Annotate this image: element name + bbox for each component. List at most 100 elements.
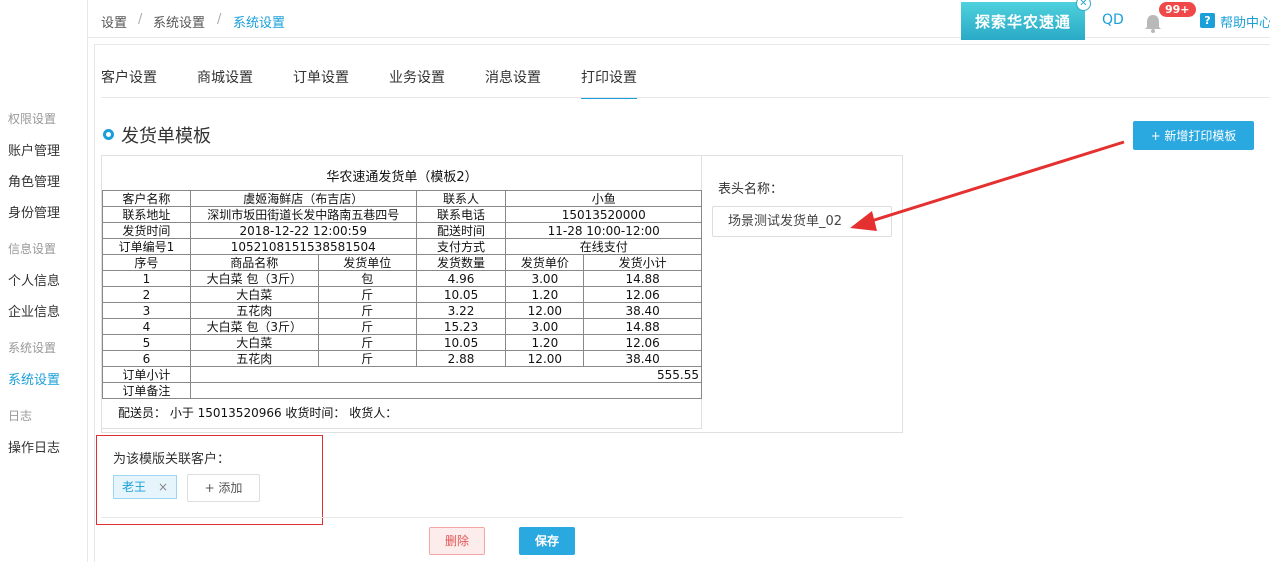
label-phone: 联系电话 [415,206,507,223]
label-order-no: 订单编号1 [102,238,191,255]
cell: 3.00 [505,318,585,335]
tab-customer-settings[interactable]: 客户设置 [101,67,157,97]
value-phone: 15013520000 [505,206,702,223]
value-address: 深圳市坂田街道长发中路南五巷四号 [189,206,417,223]
tab-business-settings[interactable]: 业务设置 [389,67,445,97]
cell: 斤 [317,350,417,367]
cell: 6 [102,350,191,367]
label-pay-method: 支付方式 [415,238,507,255]
help-icon[interactable]: ? [1200,13,1215,28]
col-header: 发货数量 [415,254,507,271]
label-address: 联系地址 [102,206,191,223]
associate-customer-label: 为该模版关联客户： [113,452,231,467]
cell: 15.23 [415,318,507,335]
cell: 14.88 [583,318,702,335]
table-row: 2 大白菜 斤 10.05 1.20 12.06 [102,286,702,303]
sidebar-group-permissions: 权限设置 [8,112,57,126]
value-order-total: 555.55 [189,366,703,383]
close-icon[interactable]: × [158,480,168,494]
cell: 12.06 [583,286,702,303]
cell: 大白菜 [189,286,319,303]
section-dot-icon [103,129,114,140]
cell: 3 [102,302,191,319]
cell: 2 [102,286,191,303]
template-table: 客户名称 虞姬海鲜店（布吉店） 联系人 小鱼 联系地址 深圳市坂田街道长发中路南… [102,190,703,399]
bell-icon[interactable] [1142,12,1164,34]
value-delivery-time: 11-28 10:00-12:00 [505,222,702,239]
breadcrumb-separator: / [138,12,143,27]
save-button[interactable]: 保存 [519,527,575,555]
cell: 包 [317,270,417,287]
cell: 4 [102,318,191,335]
cell: 12.06 [583,334,702,351]
cell: 1.20 [505,286,585,303]
top-bar: 设置 / 系统设置 / 系统设置 探索华农速通 ✕ QD 99+ ? 帮助中心 [88,0,1270,40]
label-contact: 联系人 [415,190,507,207]
tab-print-settings[interactable]: 打印设置 [581,67,637,99]
cell: 10.05 [415,286,507,303]
template-title: 华农速通发货单（模板2） [326,170,478,185]
label-order-total: 订单小计 [102,366,191,383]
sidebar-item-identity-mgmt[interactable]: 身份管理 [8,202,60,221]
label-delivery-time: 配送时间 [415,222,507,239]
add-customer-button[interactable]: + 添加 [187,474,260,502]
cell: 大白菜 包（3斤） [189,270,319,287]
cell: 3.22 [415,302,507,319]
add-print-template-button[interactable]: + 新增打印模板 [1133,121,1254,150]
promo-banner[interactable]: 探索华农速通 [961,2,1085,40]
col-header: 发货单价 [505,254,585,271]
table-row: 4 大白菜 包（3斤） 斤 15.23 3.00 14.88 [102,318,702,335]
breadcrumb-current: 系统设置 [233,16,286,31]
cell: 五花肉 [189,302,319,319]
header-name-label: 表头名称： [718,182,784,197]
label-ship-time: 发货时间 [102,222,191,239]
close-icon[interactable]: ✕ [1076,0,1091,11]
cell: 大白菜 [189,334,319,351]
user-name[interactable]: QD [1102,12,1124,28]
breadcrumb-settings[interactable]: 设置 [101,12,127,31]
cell: 12.00 [505,350,585,367]
cell: 斤 [317,286,417,303]
tab-message-settings[interactable]: 消息设置 [485,67,541,97]
sidebar-group-info: 信息设置 [8,242,57,256]
tab-order-settings[interactable]: 订单设置 [293,67,349,97]
cell: 斤 [317,318,417,335]
tab-mall-settings[interactable]: 商城设置 [197,67,253,97]
value-contact: 小鱼 [505,190,702,207]
cell: 12.00 [505,302,585,319]
sidebar-item-operation-log[interactable]: 操作日志 [8,437,60,456]
customer-tag[interactable]: 老王 × [113,475,178,499]
cell: 10.05 [415,334,507,351]
sidebar-group-log: 日志 [8,409,33,423]
header-name-input[interactable]: 场景测试发货单_02 [712,206,892,237]
help-center-link[interactable]: 帮助中心 [1220,12,1270,31]
sidebar-item-company-info[interactable]: 企业信息 [8,301,60,320]
cell: 5 [102,334,191,351]
table-row: 5 大白菜 斤 10.05 1.20 12.06 [102,334,702,351]
sidebar-item-system-settings[interactable]: 系统设置 [8,369,60,388]
section-title: 发货单模板 [121,126,211,147]
sidebar-item-role-mgmt[interactable]: 角色管理 [8,171,60,190]
col-header: 发货单位 [317,254,417,271]
breadcrumb-separator: / [217,12,222,27]
cell: 1.20 [505,334,585,351]
breadcrumb-system-settings[interactable]: 系统设置 [153,12,205,31]
delete-button[interactable]: 删除 [429,527,485,555]
customer-tag-label: 老王 [122,480,147,494]
table-row: 1 大白菜 包（3斤） 包 4.96 3.00 14.88 [102,270,702,287]
sidebar: 权限设置 账户管理 角色管理 身份管理 信息设置 个人信息 企业信息 系统设置 … [0,0,88,562]
cell: 3.00 [505,270,585,287]
value-ship-time: 2018-12-22 12:00:59 [189,222,417,239]
sidebar-item-personal-info[interactable]: 个人信息 [8,270,60,289]
value-order-no: 105210815153858150​4 [189,238,417,255]
cell: 14.88 [583,270,702,287]
label-order-note: 订单备注 [102,382,191,399]
value-order-note [189,382,703,399]
col-header: 商品名称 [189,254,319,271]
label-customer: 客户名称 [102,190,191,207]
cell: 大白菜 包（3斤） [189,318,319,335]
cell: 2.88 [415,350,507,367]
cell: 斤 [317,334,417,351]
sidebar-item-account-mgmt[interactable]: 账户管理 [8,140,60,159]
template-preview: 华农速通发货单（模板2） 客户名称 虞姬海鲜店（布吉店） 联系人 小鱼 联系地址 [102,156,703,429]
